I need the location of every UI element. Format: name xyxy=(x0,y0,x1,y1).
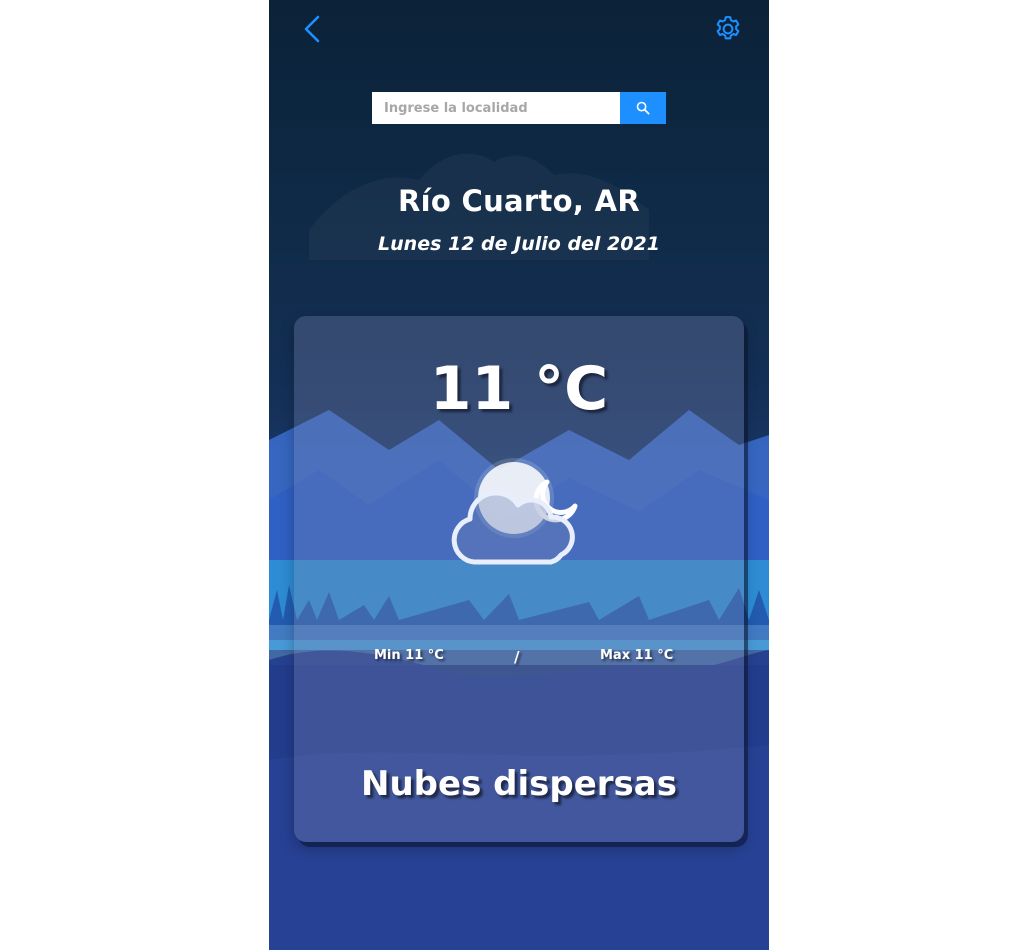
city-name: Río Cuarto, AR xyxy=(398,184,640,218)
search-button[interactable] xyxy=(620,92,666,124)
search-icon xyxy=(636,101,650,115)
weather-app-screen: Río Cuarto, AR Lunes 12 de Julio del 202… xyxy=(269,0,769,950)
weather-card: 11 °C Min 11 °C / Max 11 °C Nubes disper… xyxy=(294,316,744,842)
settings-button[interactable] xyxy=(711,12,745,46)
search-bar xyxy=(372,92,666,124)
min-max-temperature: Min 11 °C / Max 11 °C xyxy=(294,648,744,668)
search-input[interactable] xyxy=(372,92,620,124)
max-temperature: Max 11 °C xyxy=(600,648,674,663)
gear-icon xyxy=(716,16,740,40)
min-temperature: Min 11 °C xyxy=(374,648,444,663)
current-temperature: 11 °C xyxy=(429,354,609,424)
current-date: Lunes 12 de Julio del 2021 xyxy=(378,233,660,255)
min-max-separator: / xyxy=(514,648,520,666)
weather-description: Nubes dispersas xyxy=(361,764,677,804)
cloud-moon-icon xyxy=(451,458,578,565)
chevron-left-icon xyxy=(304,15,320,43)
back-button[interactable] xyxy=(297,12,327,46)
top-bar xyxy=(269,0,769,60)
